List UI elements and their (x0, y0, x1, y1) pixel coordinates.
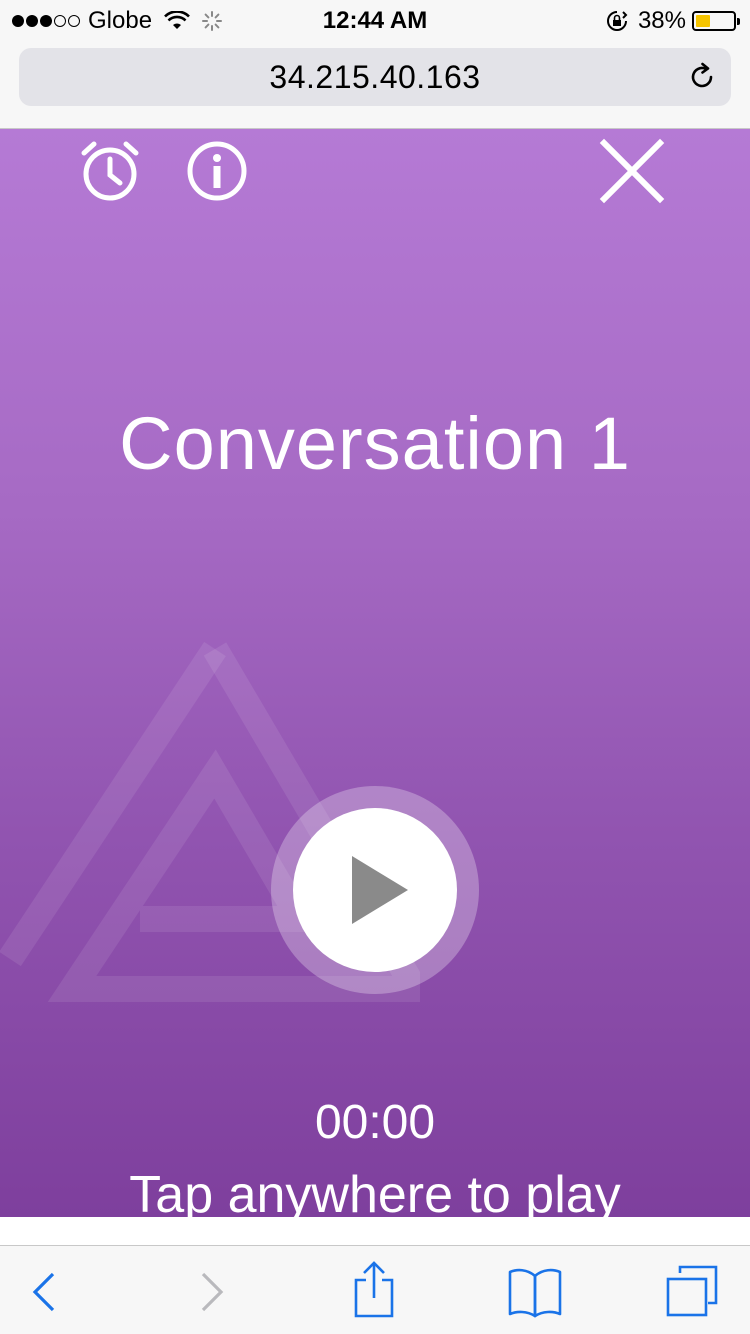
battery-icon (692, 11, 740, 31)
bookmarks-button[interactable] (507, 1266, 563, 1318)
tabs-button[interactable] (664, 1262, 720, 1320)
rotation-lock-icon (606, 11, 628, 31)
tap-to-play-hint: Tap anywhere to play (129, 1166, 621, 1217)
bookmarks-icon[interactable] (507, 1266, 563, 1318)
play-icon[interactable] (348, 850, 412, 930)
page-bottom-strip (0, 1217, 750, 1245)
alarm-clock-icon[interactable] (78, 139, 142, 203)
status-right: 38% (606, 7, 740, 35)
play-button-inner[interactable] (293, 808, 457, 972)
playback-timer: 00:00 (314, 1096, 436, 1149)
player-screen[interactable]: Conversation 1 00:00 Tap anywhere to pla… (0, 129, 750, 1217)
back-button[interactable] (16, 1266, 72, 1318)
signal-strength-icon (12, 15, 80, 27)
reload-icon[interactable] (687, 62, 717, 92)
wifi-icon (164, 11, 190, 29)
address-bar[interactable]: 34.215.40.163 (19, 48, 731, 106)
status-left: Globe (12, 7, 223, 35)
forward-button[interactable] (184, 1266, 240, 1318)
signal-dot (54, 15, 66, 27)
share-button[interactable] (346, 1260, 402, 1320)
signal-dot (40, 15, 52, 27)
carrier-name: Globe (88, 7, 153, 34)
close-icon[interactable] (598, 137, 666, 205)
signal-dot (26, 15, 38, 27)
tabs-icon[interactable] (664, 1263, 720, 1319)
play-button[interactable] (271, 786, 479, 994)
activity-spinner-icon (202, 11, 223, 31)
status-bar: Globe 12:44 AM 38% (0, 0, 750, 40)
signal-dot (12, 15, 24, 27)
browser-toolbar (0, 1245, 750, 1334)
battery-percent: 38% (637, 7, 686, 34)
share-icon[interactable] (352, 1260, 396, 1320)
conversation-title: Conversation 1 (119, 402, 631, 485)
url-text[interactable]: 34.215.40.163 (269, 59, 480, 96)
back-icon[interactable] (29, 1270, 59, 1314)
browser-address-area: 34.215.40.163 (0, 40, 750, 129)
info-icon[interactable] (185, 139, 249, 203)
battery-level (696, 15, 710, 27)
signal-dot (68, 15, 80, 27)
forward-icon[interactable] (197, 1270, 227, 1314)
